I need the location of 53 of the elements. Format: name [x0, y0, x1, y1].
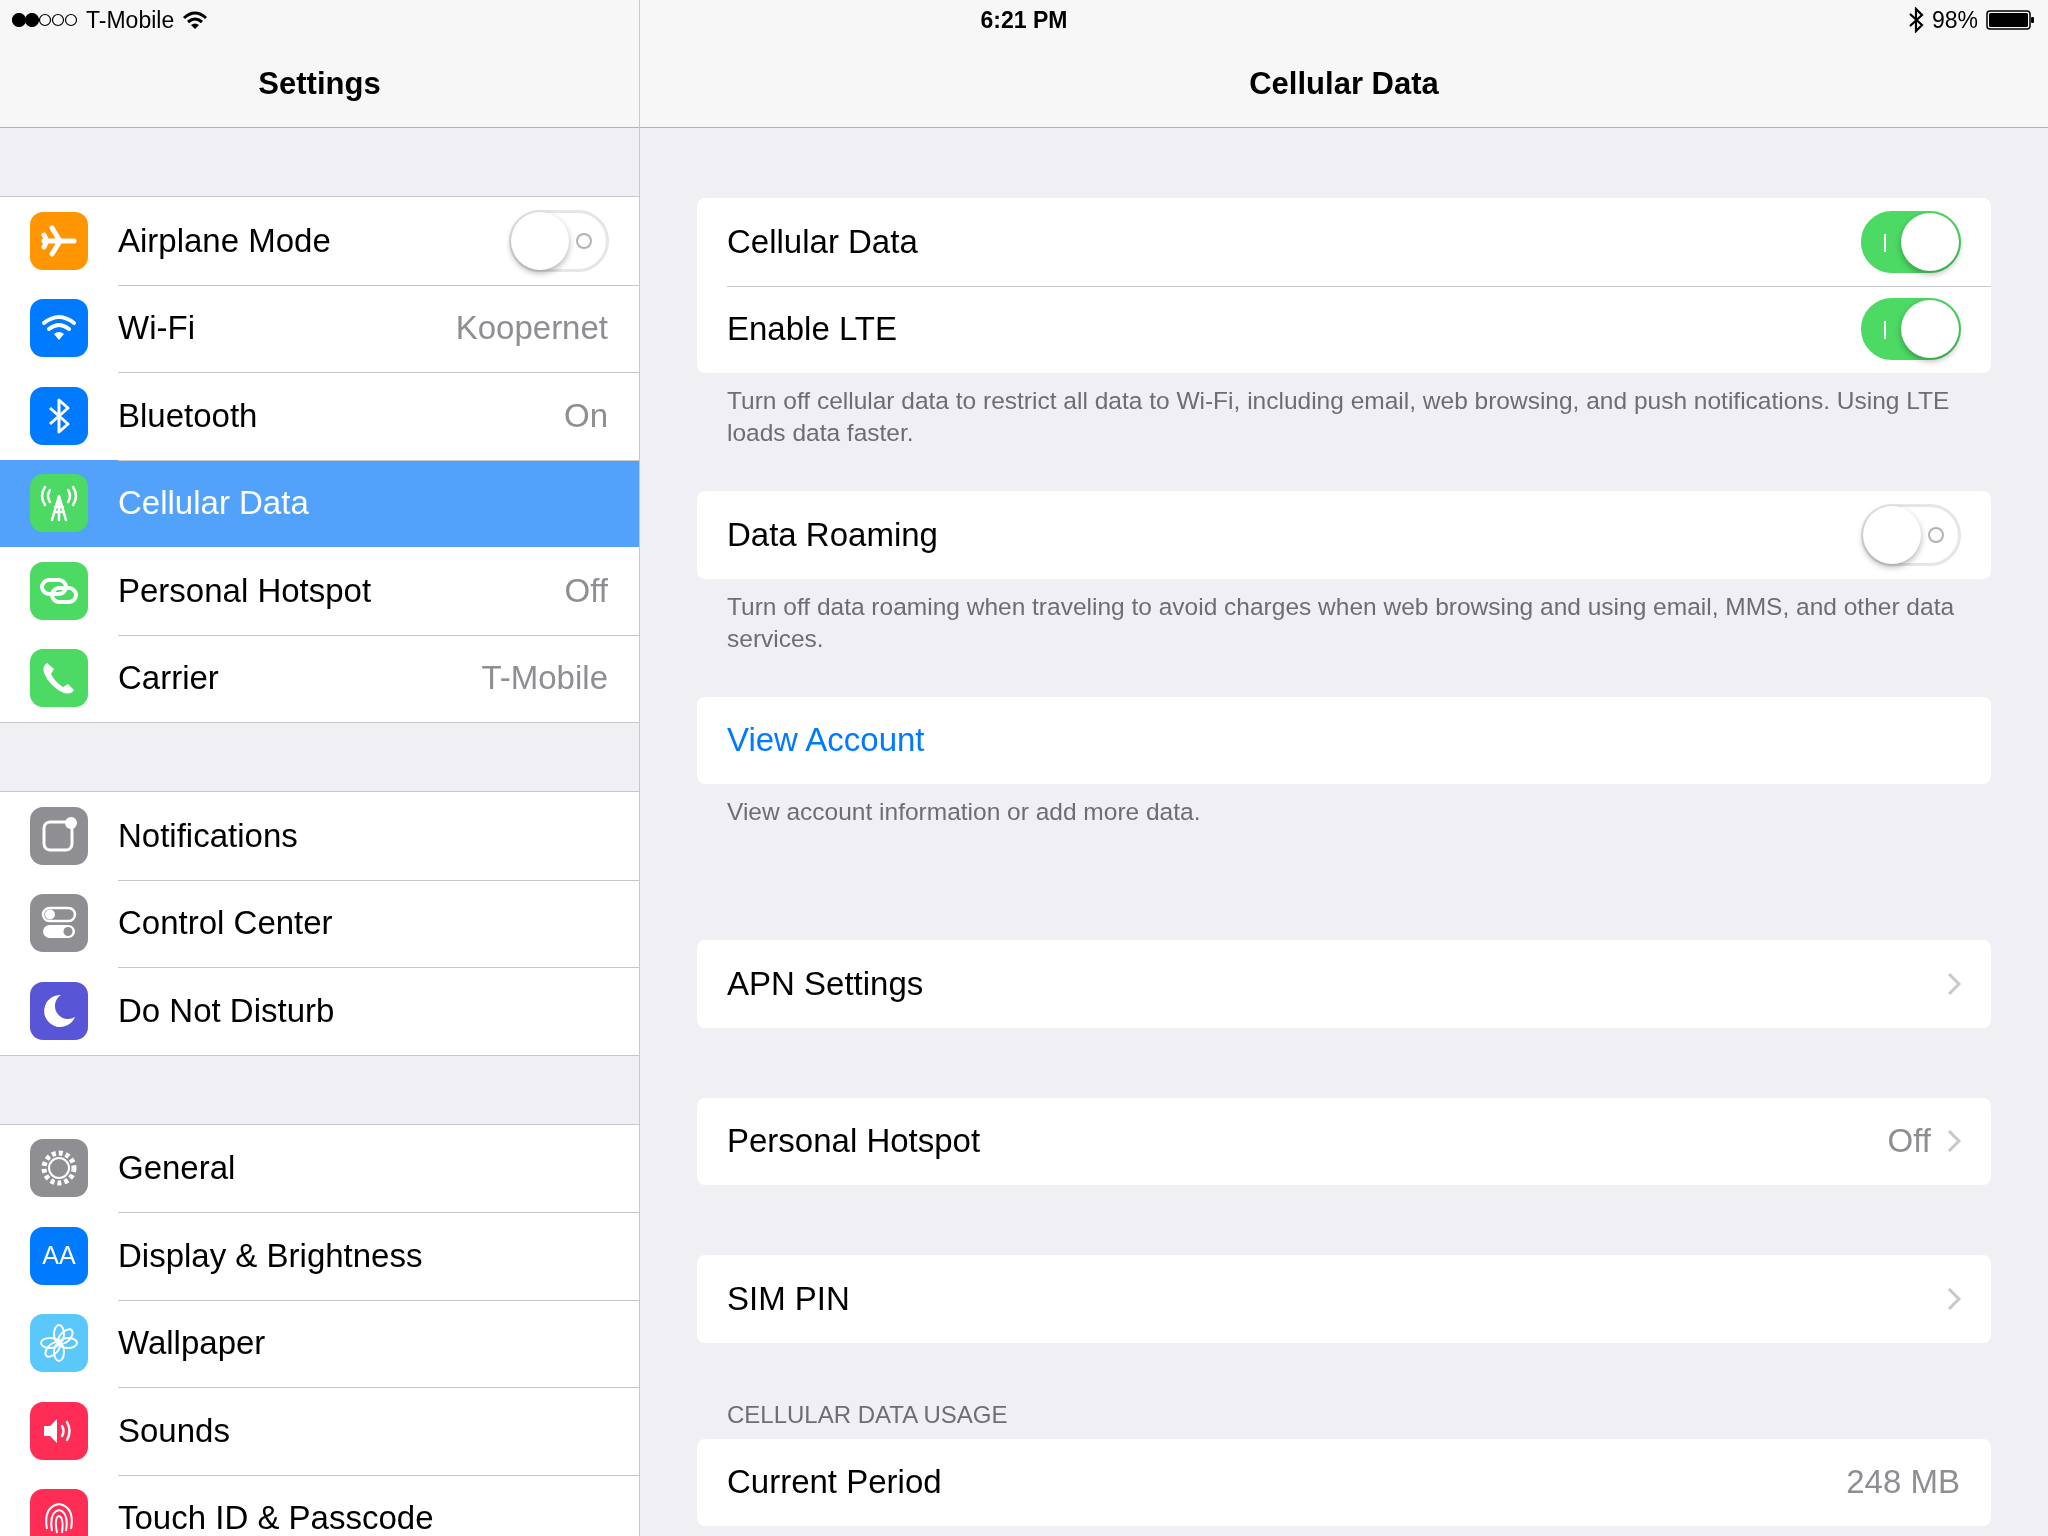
- settings-item[interactable]: Wi-Fi Koopernet: [0, 284, 639, 372]
- bluetooth-icon: [30, 386, 88, 445]
- setting-label: Current Period: [727, 1463, 943, 1502]
- disclosure-row[interactable]: APN Settings: [697, 940, 1991, 1028]
- notifications-icon: [30, 806, 88, 865]
- setting-label: Cellular Data: [727, 222, 919, 261]
- phone-icon: [30, 649, 88, 708]
- settings-item[interactable]: AA Display & Brightness: [0, 1212, 639, 1300]
- status-time: 6:21 PM: [980, 6, 1068, 34]
- settings-item[interactable]: Wallpaper: [0, 1299, 639, 1387]
- settings-item[interactable]: Personal Hotspot Off: [0, 547, 639, 635]
- antenna-icon: [30, 474, 88, 533]
- carrier-name: T-Mobile: [86, 6, 175, 34]
- settings-item[interactable]: Do Not Disturb: [0, 967, 639, 1055]
- section-header: CELLULAR DATA USAGE: [726, 1400, 1009, 1430]
- section-footer: Turn off cellular data to restrict all data to Wi-Fi, including email, web browsing, and push notifications. Using LTE loads data faster.: [697, 373, 1991, 449]
- battery-percent: 98%: [1931, 6, 1978, 34]
- toggle-switch[interactable]: [1861, 210, 1961, 273]
- gear-icon: [30, 1139, 88, 1198]
- chevron-icon: [1947, 971, 1961, 996]
- bluetooth-icon: [1907, 7, 1924, 33]
- battery-icon: [1986, 9, 2036, 31]
- settings-item[interactable]: Carrier T-Mobile: [0, 634, 639, 722]
- settings-item[interactable]: Touch ID & Passcode: [0, 1474, 639, 1536]
- chevron-icon: [1947, 1129, 1961, 1154]
- page-title: Cellular Data: [1249, 65, 1439, 102]
- speaker-icon: [30, 1401, 88, 1460]
- disclosure-row[interactable]: Personal Hotspot Off: [697, 1097, 1991, 1185]
- disclosure-row[interactable]: SIM PIN: [697, 1255, 1991, 1343]
- signal-strength-icon: [12, 13, 78, 27]
- wifi-icon: [182, 10, 209, 30]
- settings-item[interactable]: Bluetooth On: [0, 372, 639, 460]
- section-footer: View account information or add more data.: [697, 784, 1991, 828]
- settings-item[interactable]: Sounds: [0, 1387, 639, 1475]
- flower-icon: [30, 1314, 88, 1373]
- moon-icon: [30, 981, 88, 1040]
- chain-link-icon: [30, 561, 88, 620]
- airplane-icon: [30, 211, 88, 270]
- settings-item[interactable]: Control Center: [0, 879, 639, 967]
- setting-label: Data Roaming: [727, 515, 939, 554]
- toggle-switch[interactable]: [1861, 298, 1961, 361]
- text-size-icon: AA: [30, 1226, 88, 1285]
- toggles-icon: [30, 894, 88, 953]
- settings-item[interactable]: Notifications: [0, 792, 639, 880]
- settings-item[interactable]: Airplane Mode: [0, 197, 639, 285]
- setting-value: 248 MB: [1846, 1463, 1960, 1502]
- section-footer: Turn off data roaming when traveling to avoid charges when web browsing and using email, MMS, and other data services.: [697, 578, 1991, 655]
- chevron-icon: [1947, 1286, 1961, 1311]
- setting-label: Enable LTE: [727, 310, 898, 349]
- view-account-link[interactable]: View Account: [727, 721, 1991, 760]
- sidebar-title: Settings: [258, 65, 381, 102]
- settings-item[interactable]: General: [0, 1124, 639, 1212]
- wifi-icon: [30, 299, 88, 358]
